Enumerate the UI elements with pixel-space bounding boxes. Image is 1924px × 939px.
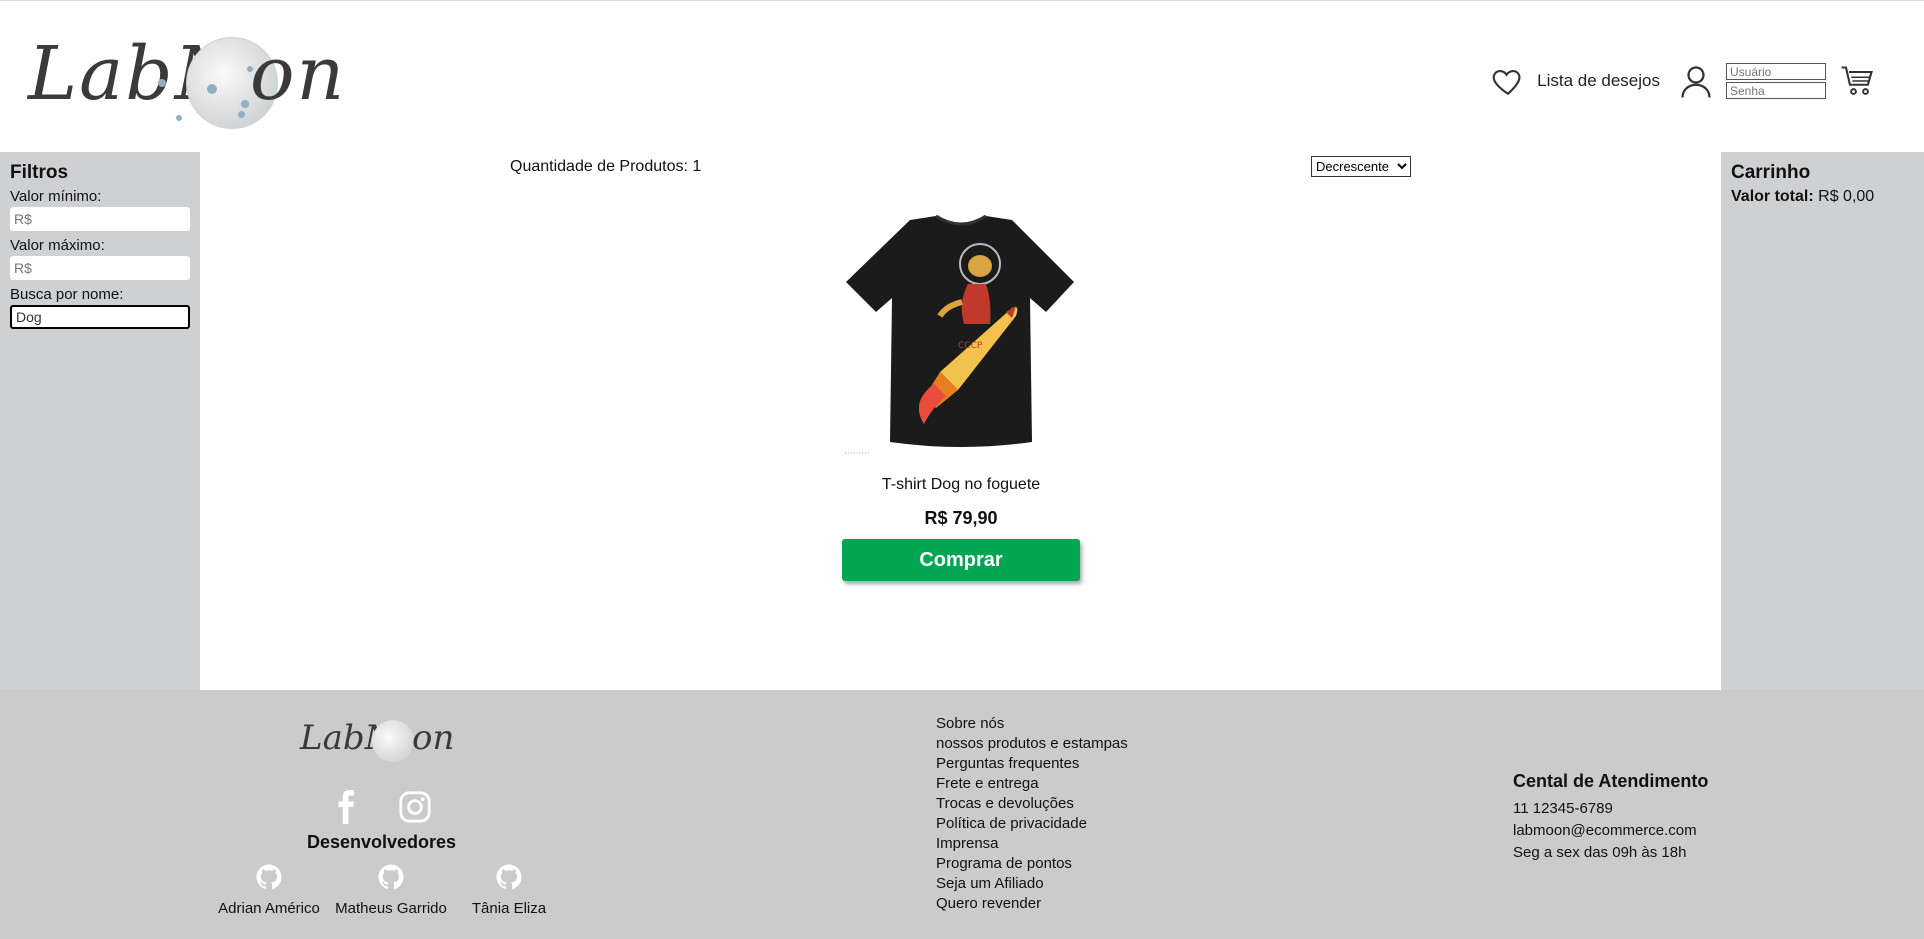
developer-item[interactable]: Tânia Eliza (456, 862, 562, 917)
developer-name: Tânia Eliza (471, 900, 547, 917)
footer-link[interactable]: Sobre nós (936, 714, 1128, 734)
user-icon[interactable] (1678, 62, 1714, 100)
cart-total-value: R$ 0,00 (1818, 188, 1875, 205)
social-links (330, 790, 432, 824)
footer-logo-moon (372, 720, 414, 762)
cart-total-label: Valor total: (1731, 188, 1814, 205)
site-header: LabM on Lista de desejos (0, 0, 1924, 152)
product-image[interactable]: CCCP ········· (840, 212, 1082, 458)
min-value-label: Valor mínimo: (10, 188, 102, 205)
svg-text:CCCP: CCCP (958, 341, 983, 351)
password-input[interactable] (1726, 82, 1826, 99)
developers-title: Desenvolvedores (307, 832, 457, 852)
footer-link[interactable]: Programa de pontos (936, 854, 1128, 874)
contact-phone: 11 12345-6789 (1513, 800, 1613, 817)
facebook-icon[interactable] (330, 790, 364, 824)
cart-total: Valor total: R$ 0,00 (1731, 188, 1914, 206)
footer-link[interactable]: Frete e entrega (936, 774, 1128, 794)
site-footer: LabM on Desenvolvedores Adrian Américo M… (0, 690, 1924, 939)
github-icon[interactable] (376, 862, 406, 892)
product-area: Quantidade de Produtos: 1 Decrescente CC (200, 152, 1721, 690)
max-value-label: Valor máximo: (10, 237, 105, 254)
buy-button[interactable]: Comprar (842, 539, 1080, 581)
heart-icon[interactable] (1491, 64, 1525, 98)
developer-name: Matheus Garrido (335, 900, 447, 917)
sort-select[interactable]: Decrescente (1311, 156, 1411, 177)
svg-text:·········: ········· (844, 449, 870, 458)
filters-sidebar: Filtros Valor mínimo: Valor máximo: Busc… (0, 152, 200, 690)
contact-hours: Seg a sex das 09h às 18h (1513, 844, 1687, 861)
login-form (1726, 63, 1826, 99)
product-card: CCCP ········· T-shirt Dog no foguete R$… (840, 212, 1082, 581)
footer-link[interactable]: Seja um Afiliado (936, 874, 1128, 894)
contact-email[interactable]: labmoon@ecommerce.com (1513, 820, 1708, 842)
github-icon[interactable] (494, 862, 524, 892)
footer-link[interactable]: Perguntas frequentes (936, 754, 1128, 774)
developer-name: Adrian Américo (218, 900, 320, 917)
footer-link[interactable]: Imprensa (936, 834, 1128, 854)
footer-link[interactable]: Política de privacidade (936, 814, 1128, 834)
max-value-input[interactable] (10, 256, 190, 280)
header-nav: Lista de desejos (1491, 56, 1924, 106)
footer-links: Sobre nós nossos produtos e estampas Per… (936, 714, 1128, 914)
developer-item[interactable]: Matheus Garrido (326, 862, 456, 917)
labmoon-logo[interactable]: LabM on (28, 19, 344, 131)
contact-title: Cental de Atendimento (1513, 771, 1709, 791)
cart-sidebar: Carrinho Valor total: R$ 0,00 (1721, 152, 1924, 690)
min-value-input[interactable] (10, 207, 190, 231)
developers-list: Adrian Américo Matheus Garrido Tânia Eli… (212, 862, 562, 917)
footer-link[interactable]: nossos produtos e estampas (936, 734, 1128, 754)
product-count: Quantidade de Produtos: 1 (510, 158, 702, 175)
footer-link[interactable]: Quero revender (936, 894, 1128, 914)
name-search-input[interactable] (10, 305, 190, 329)
filters-title: Filtros (10, 162, 69, 183)
footer-link[interactable]: Trocas e devoluções (936, 794, 1128, 814)
username-input[interactable] (1726, 63, 1826, 80)
github-icon[interactable] (254, 862, 284, 892)
product-price: R$ 79,90 (924, 508, 998, 528)
cart-icon[interactable] (1840, 63, 1876, 99)
logo-lettering-end: on (250, 31, 347, 117)
footer-logo-lettering-end: on (412, 718, 455, 758)
tshirt-dog-rocket-image: CCCP ········· (840, 212, 1082, 458)
contact-info: Cental de Atendimento 11 12345-6789 labm… (1513, 771, 1708, 864)
wishlist-link[interactable]: Lista de desejos (1537, 71, 1660, 91)
instagram-icon[interactable] (398, 790, 432, 824)
footer-logo[interactable]: LabM on (300, 716, 454, 768)
cart-title: Carrinho (1731, 162, 1811, 183)
product-name: T-shirt Dog no foguete (881, 476, 1041, 493)
developer-item[interactable]: Adrian Américo (212, 862, 326, 917)
name-search-label: Busca por nome: (10, 286, 124, 303)
